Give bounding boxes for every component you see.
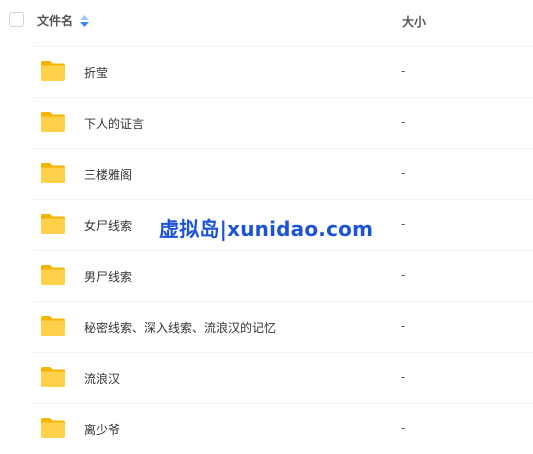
select-all-checkbox[interactable] — [9, 12, 24, 27]
file-size: - — [401, 268, 406, 282]
file-row[interactable]: 男尸线索 - — [33, 250, 533, 301]
folder-icon — [41, 316, 65, 336]
file-row[interactable]: 折莹 - — [33, 46, 533, 97]
file-list-header: 文件名 大小 — [0, 0, 533, 45]
file-name[interactable]: 离少爷 — [84, 421, 120, 438]
file-size: - — [401, 421, 406, 435]
watermark-text: 虚拟岛|xunidao.com — [159, 217, 374, 241]
file-row[interactable]: 流浪汉 - — [33, 352, 533, 403]
file-name[interactable]: 女尸线索 — [84, 217, 132, 234]
folder-icon — [41, 265, 65, 285]
file-name[interactable]: 三楼雅阁 — [84, 166, 132, 183]
folder-icon — [41, 418, 65, 438]
file-size: - — [401, 166, 406, 180]
file-size: - — [401, 319, 406, 333]
file-name[interactable]: 男尸线索 — [84, 268, 132, 285]
folder-icon — [41, 367, 65, 387]
column-header-name[interactable]: 文件名 — [37, 12, 90, 29]
file-list: 折莹 - 下人的证言 - 三楼雅阁 - 女尸线索 - 男尸线索 - 秘密线索、深入线索、流浪汉的记忆… — [0, 46, 533, 454]
folder-icon — [41, 112, 65, 132]
file-name[interactable]: 下人的证言 — [84, 115, 144, 132]
file-size: - — [401, 217, 406, 231]
file-name[interactable]: 秘密线索、深入线索、流浪汉的记忆 — [84, 319, 276, 336]
file-size: - — [401, 370, 406, 384]
file-name[interactable]: 流浪汉 — [84, 370, 120, 387]
folder-icon — [41, 163, 65, 183]
file-row[interactable]: 下人的证言 - — [33, 97, 533, 148]
file-size: - — [401, 115, 406, 129]
file-row[interactable]: 离少爷 - — [33, 403, 533, 454]
column-header-size[interactable]: 大小 — [402, 13, 426, 30]
file-row[interactable]: 三楼雅阁 - — [33, 148, 533, 199]
sort-icon[interactable] — [80, 14, 90, 27]
folder-icon — [41, 61, 65, 81]
folder-icon — [41, 214, 65, 234]
file-size: - — [401, 64, 406, 78]
file-row[interactable]: 秘密线索、深入线索、流浪汉的记忆 - — [33, 301, 533, 352]
file-name[interactable]: 折莹 — [84, 64, 108, 81]
column-header-name-label: 文件名 — [37, 14, 74, 28]
